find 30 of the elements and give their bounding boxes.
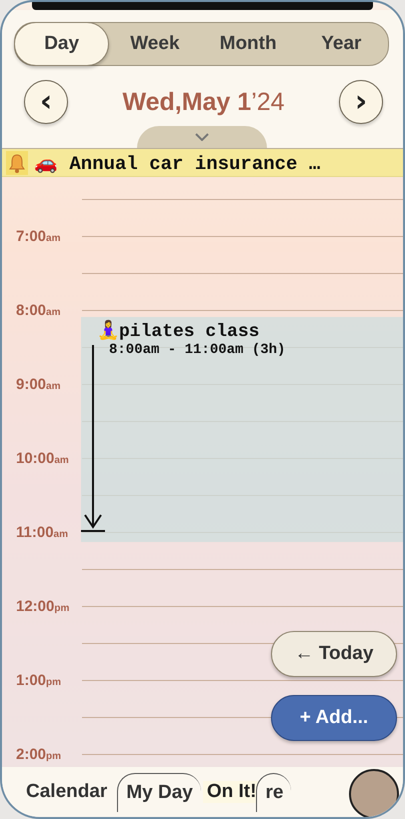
event-title: 🧘‍♀pilates class (97, 319, 403, 342)
next-button[interactable]: › (339, 80, 383, 124)
hour-label: 7:00am (15, 228, 62, 247)
hour-label: 10:00am (15, 450, 70, 469)
view-tab[interactable]: Month (202, 23, 295, 65)
event-block[interactable]: 🧘‍♀pilates class 8:00am - 11:00am (3h) (81, 317, 403, 542)
expand-handle[interactable] (136, 126, 266, 148)
view-tab[interactable]: Week (108, 23, 202, 65)
add-button[interactable]: + Add... (271, 695, 397, 741)
hour-label: 1:00pm (15, 672, 62, 691)
event-time: 8:00am - 11:00am (3h) (108, 342, 286, 358)
all-day-event[interactable]: 🚗 Annual car insurance … (2, 149, 403, 177)
hour-label: 12:00pm (15, 598, 70, 617)
bottom-tab[interactable]: re (256, 772, 292, 812)
view-tab[interactable]: Year (294, 23, 388, 65)
date-title: Wed,May 1’24 (122, 88, 285, 116)
avatar-placeholder[interactable] (349, 769, 399, 817)
on-it-badge: On It! (202, 781, 260, 803)
bell-icon (6, 150, 28, 174)
bottom-tab[interactable]: Calendar (18, 773, 116, 811)
bottom-tab[interactable]: My Day (117, 772, 201, 812)
event-title: 🚗 Annual car insurance … (34, 152, 320, 174)
hour-label: 9:00am (15, 376, 62, 395)
hour-label: 11:00am (15, 524, 69, 543)
previous-button[interactable]: ‹ (24, 80, 68, 124)
hour-label: 8:00am (15, 302, 62, 321)
view-tab[interactable]: Day (14, 22, 110, 66)
today-button[interactable]: ← Today (271, 631, 397, 677)
chevron-down-icon (194, 133, 208, 141)
hour-label: 2:00pm (15, 746, 62, 765)
